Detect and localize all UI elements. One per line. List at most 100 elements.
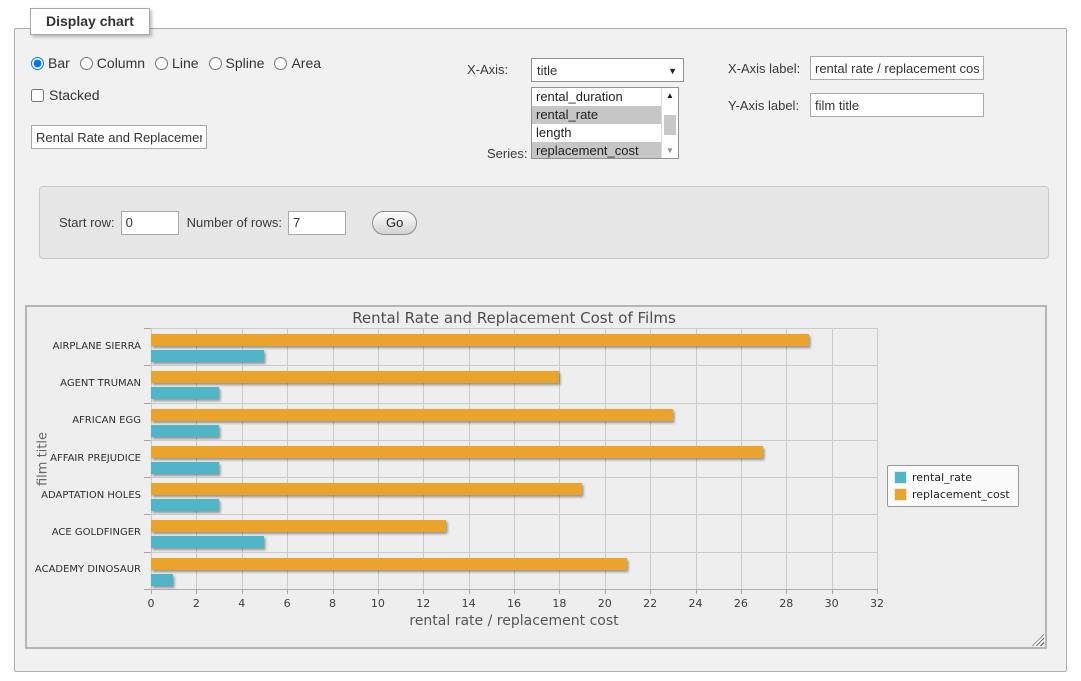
gridline (696, 328, 697, 589)
gridline (151, 440, 877, 441)
x-axis-tick-label: 12 (416, 597, 430, 610)
bar-replacement_cost-4[interactable] (151, 483, 582, 495)
gridline (151, 477, 877, 478)
y-axis-tick (144, 477, 151, 478)
bar-rental_rate-4[interactable] (151, 499, 219, 511)
radio-label: Spline (226, 55, 265, 71)
gridline (151, 514, 877, 515)
chart-type-bar[interactable]: Bar (31, 55, 70, 71)
chevron-down-icon: ▼ (668, 66, 677, 76)
gridline (287, 328, 288, 589)
x-axis-tick-label: 24 (689, 597, 703, 610)
scroll-down-icon[interactable]: ▼ (663, 143, 677, 158)
gridline (151, 328, 152, 589)
chart-title: Rental Rate and Replacement Cost of Film… (151, 309, 877, 327)
radio-label: Line (172, 55, 198, 71)
start-row-label: Start row: (59, 215, 115, 230)
bar-replacement_cost-5[interactable] (151, 520, 446, 532)
series-option-replacement_cost[interactable]: replacement_cost (532, 142, 661, 159)
bar-replacement_cost-3[interactable] (151, 446, 763, 458)
gridline (741, 328, 742, 589)
num-rows-label: Number of rows: (187, 215, 282, 230)
radio-area[interactable] (274, 57, 287, 70)
bar-rental_rate-0[interactable] (151, 350, 264, 362)
y-axis-label-input[interactable] (810, 93, 984, 117)
gridline (832, 328, 833, 589)
bar-rental_rate-6[interactable] (151, 574, 173, 586)
chart-legend: rental_rate replacement_cost (887, 465, 1019, 507)
gridline (242, 328, 243, 589)
series-option-rental_rate[interactable]: rental_rate (532, 106, 661, 124)
x-axis-tick-label: 2 (193, 597, 200, 610)
x-axis-label-input[interactable] (810, 56, 984, 80)
x-axis-select-label: X-Axis: (467, 62, 508, 77)
series-listbox[interactable]: rental_durationrental_ratelengthreplacem… (531, 87, 679, 159)
x-axis-tick-label: 16 (507, 597, 521, 610)
start-row-input[interactable] (121, 211, 179, 235)
chart-title-input[interactable] (31, 125, 207, 149)
bar-rental_rate-3[interactable] (151, 462, 219, 474)
y-axis-tick (144, 365, 151, 366)
stacked-checkbox[interactable] (31, 89, 44, 102)
bar-rental_rate-1[interactable] (151, 387, 219, 399)
series-scrollbar[interactable]: ▲ ▼ (661, 88, 678, 158)
legend-item-rental_rate[interactable]: rental_rate (894, 471, 1010, 484)
category-label: AIRPLANE SIERRA (27, 341, 141, 352)
x-axis-tick-label: 22 (643, 597, 657, 610)
bar-replacement_cost-1[interactable] (151, 371, 559, 383)
x-axis-tick-label: 0 (148, 597, 155, 610)
x-axis-tick-label: 20 (598, 597, 612, 610)
stacked-label: Stacked (49, 87, 100, 103)
chart-type-column[interactable]: Column (80, 55, 145, 71)
x-axis-tick-label: 14 (462, 597, 476, 610)
x-axis-select[interactable]: title ▼ (531, 58, 684, 82)
scrollbar-thumb[interactable] (664, 115, 676, 135)
gridline (423, 328, 424, 589)
legend-label: replacement_cost (912, 488, 1010, 501)
resize-grip-icon[interactable] (1032, 634, 1044, 646)
x-axis-tick-label: 28 (779, 597, 793, 610)
x-axis-tick-label: 30 (825, 597, 839, 610)
series-select-label: Series: (487, 146, 527, 161)
radio-spline[interactable] (209, 57, 222, 70)
bar-replacement_cost-6[interactable] (151, 558, 627, 570)
scroll-up-icon[interactable]: ▲ (663, 88, 677, 103)
chart-type-options: Bar Column Line Spline Area (31, 55, 331, 71)
x-axis-title: rental rate / replacement cost (151, 613, 877, 629)
gridline (333, 328, 334, 589)
radio-column[interactable] (80, 57, 93, 70)
bar-rental_rate-2[interactable] (151, 425, 219, 437)
gridline (786, 328, 787, 589)
radio-label: Area (291, 55, 321, 71)
radio-line[interactable] (155, 57, 168, 70)
chart-type-area[interactable]: Area (274, 55, 321, 71)
x-axis-tick-label: 4 (238, 597, 245, 610)
bar-replacement_cost-2[interactable] (151, 409, 673, 421)
category-label: ADAPTATION HOLES (27, 490, 141, 501)
chart-type-line[interactable]: Line (155, 55, 198, 71)
num-rows-input[interactable] (288, 211, 346, 235)
legend-item-replacement_cost[interactable]: replacement_cost (894, 488, 1010, 501)
x-axis-tick-label: 26 (734, 597, 748, 610)
gridline (151, 552, 877, 553)
gridline (151, 403, 877, 404)
category-label: AFFAIR PREJUDICE (27, 453, 141, 464)
chart-type-spline[interactable]: Spline (209, 55, 265, 71)
category-label: ACADEMY DINOSAUR (27, 564, 141, 575)
x-axis-label-label: X-Axis label: (728, 61, 800, 76)
bar-rental_rate-5[interactable] (151, 536, 264, 548)
stacked-option[interactable]: Stacked (31, 87, 100, 103)
series-option-rental_duration[interactable]: rental_duration (532, 88, 661, 106)
radio-label: Column (97, 55, 145, 71)
bar-replacement_cost-0[interactable] (151, 334, 809, 346)
radio-bar[interactable] (31, 57, 44, 70)
legend-label: rental_rate (912, 471, 972, 484)
gridline (378, 328, 379, 589)
gridline (151, 328, 877, 329)
go-button[interactable]: Go (372, 211, 417, 235)
y-axis-tick (144, 328, 151, 329)
panel-legend: Display chart (30, 8, 150, 35)
category-label: AGENT TRUMAN (27, 378, 141, 389)
gridline (151, 365, 877, 366)
series-option-length[interactable]: length (532, 124, 661, 142)
